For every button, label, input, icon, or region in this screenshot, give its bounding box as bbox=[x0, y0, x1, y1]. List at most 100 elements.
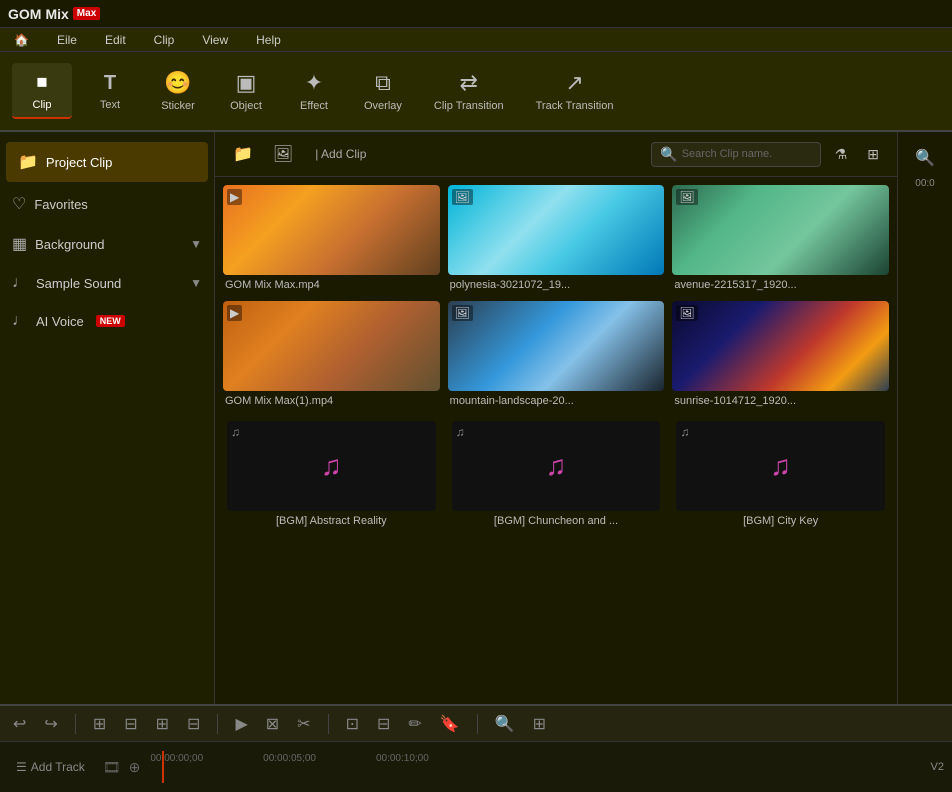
effect-icon: ✦ bbox=[305, 70, 323, 96]
sidebar-item-project-clip[interactable]: 📁 Project Clip bbox=[6, 142, 208, 182]
clip-audio-abstract[interactable]: ♫ ♫ [BGM] Abstract Reality bbox=[223, 417, 440, 533]
text-icon: T bbox=[104, 72, 116, 95]
tool-sticker-label: Sticker bbox=[161, 100, 195, 112]
tool-overlay[interactable]: ⧉ Overlay bbox=[352, 64, 414, 118]
bookmark-button[interactable]: 🔖 bbox=[435, 711, 465, 737]
track-transition-icon: ↗ bbox=[565, 70, 583, 96]
clip-audio-city[interactable]: ♫ ♫ [BGM] City Key bbox=[672, 417, 889, 533]
add-track-button[interactable]: ☰ Add Track bbox=[8, 756, 93, 778]
clip-thumb-sunrise: 🖼 bbox=[672, 301, 889, 391]
clip-name-mountain: mountain-landscape-20... bbox=[448, 391, 665, 409]
add-track-label: Add Track bbox=[31, 760, 85, 774]
right-panel-time: 00:0 bbox=[915, 178, 934, 189]
clip-audio-chuncheon[interactable]: ♫ ♫ [BGM] Chuncheon and ... bbox=[448, 417, 665, 533]
track-v2-label: V2 bbox=[931, 761, 944, 773]
clip-name-avenue: avenue-2215317_1920... bbox=[672, 275, 889, 293]
zoom-out-button[interactable]: ⊟ bbox=[119, 711, 142, 737]
menu-clip[interactable]: Clip bbox=[148, 31, 181, 49]
audio-small-icon-2: ♫ bbox=[456, 425, 465, 439]
grid-view-button[interactable]: ⊞ bbox=[861, 142, 885, 167]
cut-button[interactable]: ✂ bbox=[292, 711, 315, 737]
menu-help[interactable]: Help bbox=[250, 31, 287, 49]
main-toolbar: ⏹ Clip T Text 😊 Sticker ▣ Object ✦ Effec… bbox=[0, 52, 952, 132]
pen-button[interactable]: ✏ bbox=[403, 711, 426, 737]
menu-file[interactable]: Eile bbox=[51, 31, 83, 49]
clip-item-mountain[interactable]: 🖼 mountain-landscape-20... bbox=[448, 301, 665, 409]
logo-max-badge: Max bbox=[73, 7, 100, 20]
tool-clip[interactable]: ⏹ Clip bbox=[12, 63, 72, 119]
menu-view[interactable]: View bbox=[196, 31, 234, 49]
toolbar-separator-3 bbox=[328, 714, 329, 734]
sidebar: 📁 Project Clip ♡ Favorites ▦ Background … bbox=[0, 132, 215, 704]
add-clip-label: | Add Clip bbox=[315, 147, 366, 161]
clip-thumb-polynesia: 🖼 bbox=[448, 185, 665, 275]
search-input[interactable] bbox=[682, 148, 812, 160]
audio-small-icon-1: ♫ bbox=[231, 425, 240, 439]
clip-item-gom-max[interactable]: ▶ GOM Mix Max.mp4 bbox=[223, 185, 440, 293]
object-icon: ▣ bbox=[236, 70, 257, 96]
folder-view-button[interactable]: 📁 bbox=[227, 140, 259, 168]
transform-button[interactable]: ⊡ bbox=[341, 711, 364, 737]
sidebar-item-background[interactable]: ▦ Background ▼ bbox=[0, 224, 214, 264]
right-panel-search-icon: 🔍 bbox=[915, 148, 935, 168]
sidebar-project-clip-label: Project Clip bbox=[46, 155, 112, 170]
color-button[interactable]: ⊟ bbox=[372, 711, 395, 737]
audio-note-icon-1: ♫ bbox=[321, 450, 342, 482]
track-icon-group: 🎞 ⊕ bbox=[101, 757, 143, 778]
play-button[interactable]: ▶ bbox=[230, 711, 252, 737]
clip-icon: ⏹ bbox=[36, 69, 47, 95]
record-button[interactable]: ⊠ bbox=[261, 711, 284, 737]
more-button[interactable]: ⊞ bbox=[528, 711, 551, 737]
tool-object-label: Object bbox=[230, 100, 262, 112]
tool-clip-transition-label: Clip Transition bbox=[434, 100, 504, 112]
audio-small-icon-3: ♫ bbox=[680, 425, 689, 439]
add-clip-button[interactable]: | Add Clip bbox=[307, 143, 374, 165]
ai-voice-icon: ♩ bbox=[12, 312, 28, 330]
tool-clip-label: Clip bbox=[33, 99, 52, 111]
filter-button[interactable]: ⚗ bbox=[829, 142, 854, 167]
tool-text[interactable]: T Text bbox=[80, 66, 140, 117]
split-button[interactable]: ⊟ bbox=[182, 711, 205, 737]
sticker-icon: 😊 bbox=[164, 70, 191, 96]
track-icon-1[interactable]: 🎞 bbox=[101, 757, 123, 778]
tool-effect[interactable]: ✦ Effect bbox=[284, 64, 344, 118]
menu-edit[interactable]: Edit bbox=[99, 31, 132, 49]
track-icon-2[interactable]: ⊕ bbox=[127, 757, 143, 778]
sidebar-background-label: Background bbox=[35, 237, 104, 252]
clip-transition-icon: ⇄ bbox=[460, 70, 478, 96]
audio-thumb-abstract: ♫ ♫ bbox=[227, 421, 436, 511]
tool-object[interactable]: ▣ Object bbox=[216, 64, 276, 118]
tool-track-transition[interactable]: ↗ Track Transition bbox=[524, 64, 626, 118]
image-type-icon-2: 🖼 bbox=[452, 189, 473, 205]
tool-sticker[interactable]: 😊 Sticker bbox=[148, 64, 208, 118]
clip-item-sunrise[interactable]: 🖼 sunrise-1014712_1920... bbox=[672, 301, 889, 409]
audio-name-chuncheon: [BGM] Chuncheon and ... bbox=[452, 511, 661, 529]
sidebar-item-sample-sound[interactable]: ♩ Sample Sound ▼ bbox=[0, 264, 214, 302]
menu-home[interactable]: 🏠 bbox=[8, 31, 35, 49]
clip-name-gom-max: GOM Mix Max.mp4 bbox=[223, 275, 440, 293]
image-type-icon-3: 🖼 bbox=[676, 189, 697, 205]
clip-thumb-avenue: 🖼 bbox=[672, 185, 889, 275]
clip-item-polynesia[interactable]: 🖼 polynesia-3021072_19... bbox=[448, 185, 665, 293]
clip-item-gom-max-1[interactable]: ▶ GOM Mix Max(1).mp4 bbox=[223, 301, 440, 409]
tool-effect-label: Effect bbox=[300, 100, 328, 112]
search-timeline-button[interactable]: 🔍 bbox=[490, 711, 520, 737]
video-type-icon-4: ▶ bbox=[227, 305, 242, 321]
audio-note-icon-2: ♫ bbox=[545, 450, 566, 482]
project-clip-icon: 📁 bbox=[18, 152, 38, 172]
clip-item-avenue[interactable]: 🖼 avenue-2215317_1920... bbox=[672, 185, 889, 293]
zoom-in-button[interactable]: ⊞ bbox=[88, 711, 111, 737]
trim-button[interactable]: ⊞ bbox=[151, 711, 174, 737]
tool-track-transition-label: Track Transition bbox=[536, 100, 614, 112]
sidebar-item-ai-voice[interactable]: ♩ AI Voice NEW bbox=[0, 302, 214, 340]
tool-overlay-label: Overlay bbox=[364, 100, 402, 112]
image-view-button[interactable]: 🖼 bbox=[267, 140, 299, 168]
sidebar-ai-voice-label: AI Voice bbox=[36, 314, 84, 329]
undo-button[interactable]: ↩ bbox=[8, 711, 31, 737]
redo-button[interactable]: ↪ bbox=[39, 711, 62, 737]
toolbar-separator-4 bbox=[477, 714, 478, 734]
search-icon: 🔍 bbox=[660, 146, 677, 163]
sidebar-item-favorites[interactable]: ♡ Favorites bbox=[0, 184, 214, 224]
tool-clip-transition[interactable]: ⇄ Clip Transition bbox=[422, 64, 516, 118]
clip-name-sunrise: sunrise-1014712_1920... bbox=[672, 391, 889, 409]
